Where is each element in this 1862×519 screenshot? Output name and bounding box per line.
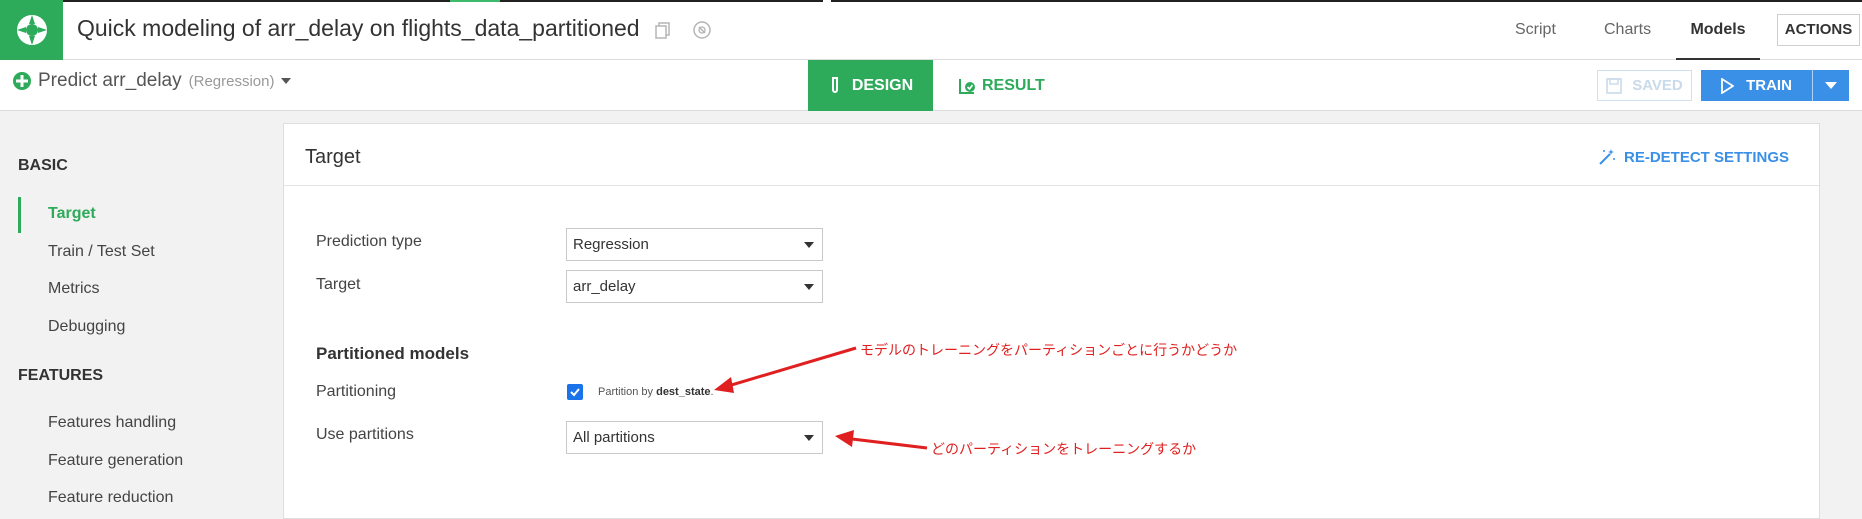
settings-sidebar: BASIC Target Train / Test Set Metrics De… bbox=[0, 112, 283, 519]
tab-design[interactable]: DESIGN bbox=[808, 60, 933, 111]
chevron-down-icon bbox=[804, 242, 814, 248]
target-value: arr_delay bbox=[573, 278, 636, 295]
top-border bbox=[0, 0, 450, 2]
redetect-settings-label: RE-DETECT SETTINGS bbox=[1623, 148, 1789, 166]
partitioning-checkbox[interactable] bbox=[567, 384, 583, 400]
top-border-accent bbox=[450, 0, 500, 2]
top-bar: Quick modeling of arr_delay on flights_d… bbox=[0, 0, 1862, 60]
analysis-title: Predict arr_delay bbox=[38, 70, 182, 91]
sidebar-heading-basic: BASIC bbox=[18, 157, 68, 174]
flask-icon bbox=[831, 76, 838, 93]
chevron-down-icon bbox=[280, 78, 291, 84]
page-title: Quick modeling of arr_delay on flights_d… bbox=[77, 15, 640, 41]
tab-models[interactable]: Models bbox=[1676, 0, 1760, 60]
sidebar-item-train-test-set[interactable]: Train / Test Set bbox=[48, 243, 155, 261]
prediction-type-select[interactable]: Regression bbox=[566, 228, 823, 261]
train-button-group: TRAIN bbox=[1701, 70, 1849, 101]
saved-button[interactable]: SAVED bbox=[1597, 70, 1692, 101]
partition-by-suffix: . bbox=[710, 386, 714, 398]
sidebar-item-features-handling[interactable]: Features handling bbox=[48, 414, 176, 432]
target-select[interactable]: arr_delay bbox=[566, 270, 823, 303]
app-logo[interactable] bbox=[0, 0, 63, 60]
bird-logo-icon bbox=[16, 15, 47, 45]
train-label: TRAIN bbox=[1746, 77, 1792, 94]
top-border bbox=[500, 0, 823, 2]
partitioning-annotation: モデルのトレーニングをパーティションごとに行うかどうか bbox=[860, 342, 1238, 358]
use-partitions-select[interactable]: All partitions bbox=[566, 421, 823, 454]
partition-by-prefix: Partition by bbox=[598, 386, 654, 398]
sidebar-item-target[interactable]: Target bbox=[48, 205, 96, 223]
actions-button[interactable]: ACTIONS bbox=[1777, 14, 1860, 46]
sidebar-heading-features: FEATURES bbox=[18, 367, 104, 384]
redetect-settings-button[interactable]: RE-DETECT SETTINGS bbox=[1598, 148, 1789, 166]
analysis-selector[interactable]: Predict arr_delay (Regression) bbox=[12, 70, 291, 92]
sidebar-item-feature-reduction[interactable]: Feature reduction bbox=[48, 489, 173, 507]
analysis-toolbar: Predict arr_delay (Regression) DESIGN RE… bbox=[0, 60, 1862, 111]
train-options-dropdown[interactable] bbox=[1813, 70, 1849, 101]
save-icon bbox=[1606, 77, 1623, 94]
target-settings-card: Target RE-DETECT SETTINGS Prediction typ… bbox=[283, 123, 1820, 519]
sidebar-item-metrics[interactable]: Metrics bbox=[48, 280, 100, 298]
play-icon bbox=[1721, 77, 1735, 94]
tab-design-label: DESIGN bbox=[851, 76, 914, 94]
prediction-type-value: Regression bbox=[573, 236, 649, 253]
use-partitions-label: Use partitions bbox=[316, 426, 414, 443]
chevron-down-icon bbox=[804, 435, 814, 441]
checkmark-icon bbox=[570, 388, 580, 397]
unlink-icon[interactable] bbox=[692, 20, 712, 40]
tab-result[interactable]: RESULT bbox=[958, 60, 1045, 111]
chevron-down-icon bbox=[804, 284, 814, 290]
copy-icon[interactable] bbox=[653, 20, 673, 40]
card-header: Target RE-DETECT SETTINGS bbox=[284, 124, 1819, 186]
train-button[interactable]: TRAIN bbox=[1701, 70, 1811, 101]
prediction-icon bbox=[13, 72, 31, 90]
partition-by-note: Partition by dest_state. bbox=[598, 386, 714, 398]
analysis-type: (Regression) bbox=[188, 72, 275, 90]
active-indicator bbox=[18, 197, 21, 233]
use-partitions-annotation: どのパーティションをトレーニングするか bbox=[931, 441, 1197, 457]
partitioning-label: Partitioning bbox=[316, 383, 397, 400]
saved-label: SAVED bbox=[1632, 77, 1683, 94]
sidebar-item-feature-generation[interactable]: Feature generation bbox=[48, 452, 183, 470]
tab-charts[interactable]: Charts bbox=[1604, 0, 1651, 60]
card-title: Target bbox=[305, 146, 361, 168]
sidebar-item-debugging[interactable]: Debugging bbox=[48, 318, 125, 336]
prediction-type-label: Prediction type bbox=[316, 233, 422, 250]
use-partitions-value: All partitions bbox=[573, 429, 655, 446]
target-label: Target bbox=[316, 276, 361, 293]
partition-column: dest_state bbox=[656, 386, 711, 398]
partitioned-models-title: Partitioned models bbox=[316, 344, 470, 363]
tab-script[interactable]: Script bbox=[1515, 0, 1556, 60]
chevron-down-icon bbox=[1825, 82, 1837, 89]
magic-wand-icon bbox=[1599, 149, 1615, 165]
tab-result-label: RESULT bbox=[982, 76, 1045, 94]
chart-check-icon bbox=[959, 78, 975, 94]
